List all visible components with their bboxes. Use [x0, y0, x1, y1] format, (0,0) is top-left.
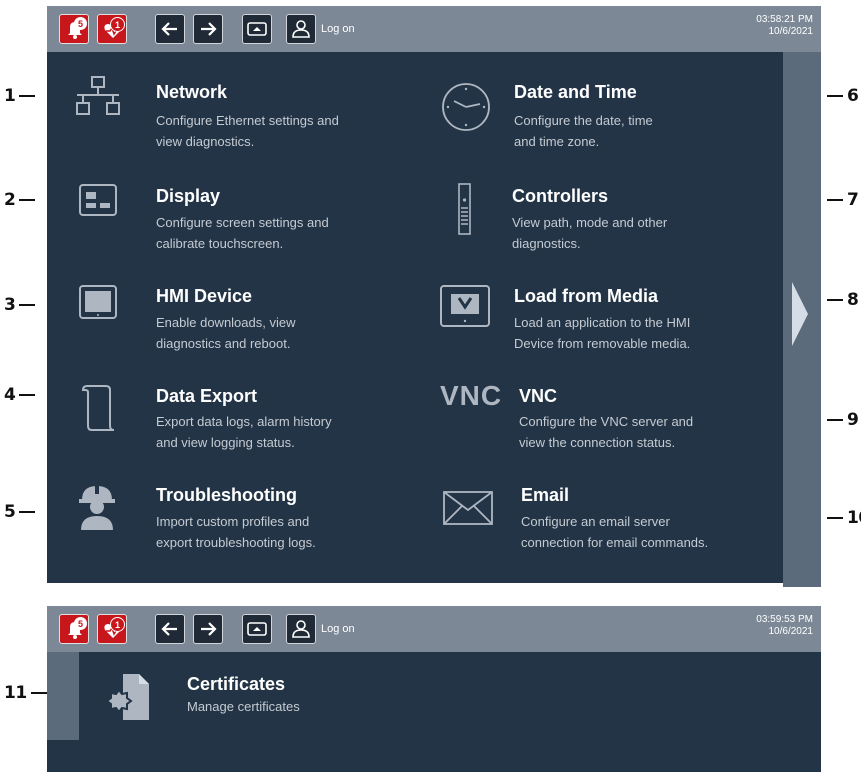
callout-8: 8: [823, 290, 859, 310]
callout-10: 10: [823, 508, 861, 528]
home-button[interactable]: [242, 14, 272, 44]
next-page-panel[interactable]: [783, 52, 821, 587]
menu-item-desc: View path, mode and other diagnostics.: [512, 215, 668, 251]
diag-count-badge: 1: [110, 617, 125, 632]
logon-label[interactable]: Log on: [321, 23, 355, 35]
alarm-count-badge: 5: [74, 17, 87, 30]
menu-item-title: Data Export: [156, 386, 258, 406]
callout-2: 2: [4, 190, 39, 210]
home-button[interactable]: [242, 614, 272, 644]
settings-screen-page-2: 5 1 Log on 03:59:53 PM 10/6/2021 Certifi…: [47, 606, 821, 772]
logon-button[interactable]: [286, 614, 316, 644]
callout-11: 11: [4, 683, 51, 703]
callout-6: 6: [823, 86, 859, 106]
menu-item-title: Email: [521, 485, 570, 505]
arrow-left-icon: [161, 622, 177, 636]
menu-item-title: Troubleshooting: [156, 485, 297, 505]
menu-item-title: Date and Time: [514, 82, 637, 102]
screen-up-icon: [247, 622, 267, 636]
menu-item-title: Network: [156, 82, 228, 102]
load-media-icon: [440, 285, 490, 327]
date-text: 10/6/2021: [768, 626, 814, 637]
arrow-right-icon: [201, 622, 217, 636]
controller-icon: [458, 183, 471, 235]
date-text: 10/6/2021: [768, 26, 814, 37]
time-text: 03:59:53 PM: [756, 614, 813, 625]
menu-item-desc: Export data logs, alarm history and view …: [156, 414, 332, 450]
forward-button[interactable]: [193, 614, 223, 644]
menu-item-title: Load from Media: [514, 286, 659, 306]
menu-item-desc: Load an application to the HMI Device fro…: [514, 315, 691, 351]
time-text: 03:58:21 PM: [756, 14, 813, 25]
vnc-logo-icon: VNC: [440, 380, 503, 411]
menu-item-title: HMI Device: [156, 286, 253, 306]
clock-icon: [442, 83, 490, 131]
back-button[interactable]: [155, 14, 185, 44]
toolbar: 5 1: [47, 6, 821, 52]
hard-hat-worker-icon: [79, 484, 115, 530]
diag-count-badge: 1: [110, 17, 125, 32]
menu-item-desc: Configure the date, time and time zone.: [514, 113, 653, 149]
menu-item-desc: Manage certificates: [187, 699, 300, 714]
callout-3: 3: [4, 295, 39, 315]
callout-5: 5: [4, 502, 39, 522]
screen-up-icon: [247, 22, 267, 36]
hmi-device-icon: [79, 285, 117, 319]
menu-item-desc: Configure an email server connection for …: [521, 514, 709, 550]
scroll-icon: [81, 385, 115, 431]
diagnostics-button[interactable]: 1: [97, 14, 127, 44]
diagnostics-button[interactable]: 1: [97, 614, 127, 644]
arrow-right-icon: [201, 22, 217, 36]
menu-item-title: VNC: [519, 386, 558, 406]
callout-4: 4: [4, 385, 39, 405]
clock: 03:58:21 PM 10/6/2021: [756, 14, 813, 38]
previous-page-panel[interactable]: [47, 652, 79, 740]
forward-button[interactable]: [193, 14, 223, 44]
toolbar: 5 1: [47, 606, 821, 652]
envelope-icon: [443, 491, 493, 525]
alarm-button[interactable]: 5: [59, 614, 89, 644]
callout-9: 9: [823, 410, 859, 430]
menu-item-title: Certificates: [187, 674, 286, 694]
logon-label[interactable]: Log on: [321, 623, 355, 635]
menu-item-desc: Configure screen settings and calibrate t…: [156, 215, 329, 251]
settings-screen: 5 1 Log on 03:58:21 PM 10/6/2021 Network…: [47, 6, 821, 587]
display-icon: [79, 184, 117, 216]
user-icon: [292, 620, 310, 638]
alarm-count-badge: 5: [74, 617, 87, 630]
menu-item-desc: Configure Ethernet settings and view diag…: [156, 113, 339, 149]
logon-button[interactable]: [286, 14, 316, 44]
menu-item-title: Display: [156, 186, 221, 206]
certificate-icon: [105, 674, 149, 720]
menu-item-desc: Configure the VNC server and view the con…: [519, 414, 694, 450]
menu-item-title: Controllers: [512, 186, 609, 206]
user-icon: [292, 20, 310, 38]
network-icon: [76, 76, 120, 115]
arrow-left-icon: [161, 22, 177, 36]
menu-item-desc: Import custom profiles and export trouble…: [156, 514, 316, 550]
callout-1: 1: [4, 86, 39, 106]
menu-item-desc: Enable downloads, view diagnostics and re…: [156, 315, 296, 351]
alarm-button[interactable]: 5: [59, 14, 89, 44]
back-button[interactable]: [155, 614, 185, 644]
callout-7: 7: [823, 190, 859, 210]
chevron-right-icon: [792, 282, 808, 346]
clock: 03:59:53 PM 10/6/2021: [756, 614, 813, 638]
